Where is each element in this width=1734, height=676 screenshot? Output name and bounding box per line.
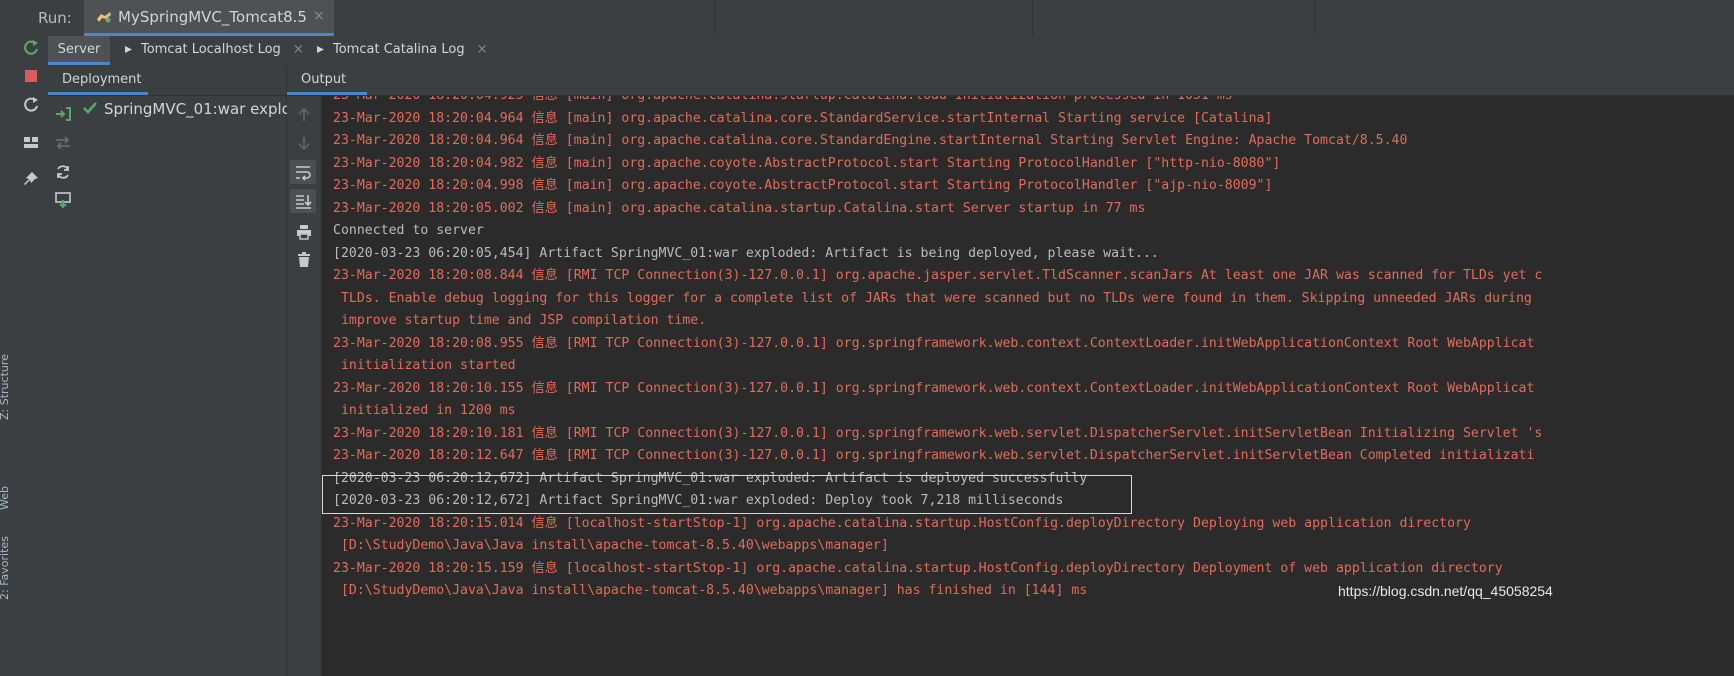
toolbar-divider xyxy=(1032,0,1033,36)
log-tab-icon xyxy=(125,46,132,53)
tab-catalina-label: Tomcat Catalina Log xyxy=(333,42,465,57)
console-line: 23-Mar-2020 18:20:04.998 信息 [main] org.a… xyxy=(333,178,1273,193)
console-line: [2020-03-23 06:20:05,454] Artifact Sprin… xyxy=(333,245,1159,261)
output-title[interactable]: Output xyxy=(301,72,346,87)
favorites-tool-label[interactable]: 2: Favorites xyxy=(0,536,11,600)
toolbar-divider xyxy=(1314,0,1315,36)
rerun-icon[interactable] xyxy=(22,39,40,57)
print-icon[interactable] xyxy=(295,223,313,241)
scroll-to-end-icon[interactable] xyxy=(294,192,312,210)
tab-close-icon[interactable]: × xyxy=(477,42,488,57)
console-line: 23-Mar-2020 18:20:15.014 信息 [localhost-s… xyxy=(333,515,1471,531)
layout-icon[interactable] xyxy=(22,133,40,151)
deploy-all-icon[interactable] xyxy=(54,105,72,123)
deploy-to-server-icon[interactable] xyxy=(54,191,72,209)
web-tool-label[interactable]: Web xyxy=(0,486,11,510)
console-line: 23-Mar-2020 18:20:15.159 信息 [localhost-s… xyxy=(333,560,1503,576)
deployment-panel: Deployment SpringMVC_01:war exploded xyxy=(48,65,319,676)
console-line: 23-Mar-2020 18:20:04.964 信息 [main] org.a… xyxy=(333,110,1273,126)
console-line: 23-Mar-2020 18:20:04.925 信息 [main] org.a… xyxy=(333,96,1233,106)
update-app-icon[interactable] xyxy=(22,96,40,114)
stop-icon[interactable] xyxy=(22,67,40,85)
tab-server[interactable]: Server xyxy=(48,36,110,65)
output-side-toolbar xyxy=(287,96,322,676)
console-line: 23-Mar-2020 18:20:08.844 信息 [RMI TCP Con… xyxy=(333,268,1543,283)
tab-tomcat-localhost-log[interactable]: Tomcat Localhost Log × xyxy=(124,36,304,65)
console-line: 23-Mar-2020 18:20:04.964 信息 [main] org.a… xyxy=(333,133,1408,148)
server-tab-bar: Server Tomcat Localhost Log × Tomcat Cata… xyxy=(48,36,1734,66)
watermark: https://blog.csdn.net/qq_45058254 xyxy=(1338,583,1553,599)
console-line: 23-Mar-2020 18:20:04.982 信息 [main] org.a… xyxy=(333,155,1281,171)
console-line: [D:\StudyDemo\Java\Java install\apache-t… xyxy=(333,583,1088,598)
console-line: Connected to server xyxy=(333,223,484,238)
deployment-title[interactable]: Deployment xyxy=(62,72,142,87)
left-tool-strip: Z: Structure Web 2: Favorites xyxy=(0,0,15,676)
console-line: 23-Mar-2020 18:20:05.002 信息 [main] org.a… xyxy=(333,200,1146,216)
soft-wrap-icon[interactable] xyxy=(294,163,312,181)
tab-tomcat-catalina-log[interactable]: Tomcat Catalina Log × xyxy=(316,36,488,65)
log-tab-icon xyxy=(317,46,324,53)
run-tab-title: MySpringMVC_Tomcat8.5 xyxy=(118,8,307,26)
tomcat-icon xyxy=(97,12,111,23)
output-tab-indicator xyxy=(287,92,367,95)
check-icon xyxy=(83,102,97,114)
console-line: initialization started xyxy=(333,358,516,373)
console-line: initialized in 1200 ms xyxy=(333,403,516,418)
console-line: [D:\StudyDemo\Java\Java install\apache-t… xyxy=(333,538,889,553)
run-label: Run: xyxy=(38,9,72,27)
down-arrow-icon[interactable] xyxy=(295,134,313,152)
run-side-toolbar xyxy=(14,36,49,676)
refresh-icon[interactable] xyxy=(54,163,72,181)
output-header: Output xyxy=(287,65,1734,96)
run-tab-close-icon[interactable]: × xyxy=(313,8,325,24)
toolbar-divider xyxy=(714,0,715,36)
undeploy-icon[interactable] xyxy=(54,134,72,152)
run-config-tab[interactable]: MySpringMVC_Tomcat8.5 × xyxy=(84,0,334,36)
console-line: TLDs. Enable debug logging for this logg… xyxy=(333,290,1532,306)
up-arrow-icon[interactable] xyxy=(295,106,313,124)
tab-localhost-label: Tomcat Localhost Log xyxy=(141,42,281,57)
console-line: 23-Mar-2020 18:20:10.155 信息 [RMI TCP Con… xyxy=(333,380,1535,396)
highlight-box xyxy=(322,475,1132,514)
run-toolbar: Run: MySpringMVC_Tomcat8.5 × xyxy=(14,0,1734,37)
console-line: 23-Mar-2020 18:20:08.955 信息 [RMI TCP Con… xyxy=(333,335,1535,351)
console-line: 23-Mar-2020 18:20:10.181 信息 [RMI TCP Con… xyxy=(333,425,1543,441)
console-line: improve startup time and JSP compilation… xyxy=(333,313,707,328)
structure-tool-label[interactable]: Z: Structure xyxy=(0,354,11,420)
tab-server-label: Server xyxy=(57,42,101,57)
clear-all-icon[interactable] xyxy=(295,251,313,269)
deployment-tab-indicator xyxy=(48,92,148,95)
tab-close-icon[interactable]: × xyxy=(293,42,304,57)
pin-icon[interactable] xyxy=(22,170,40,188)
deployment-header: Deployment xyxy=(48,65,286,96)
console-line: 23-Mar-2020 18:20:12.647 信息 [RMI TCP Con… xyxy=(333,448,1535,463)
